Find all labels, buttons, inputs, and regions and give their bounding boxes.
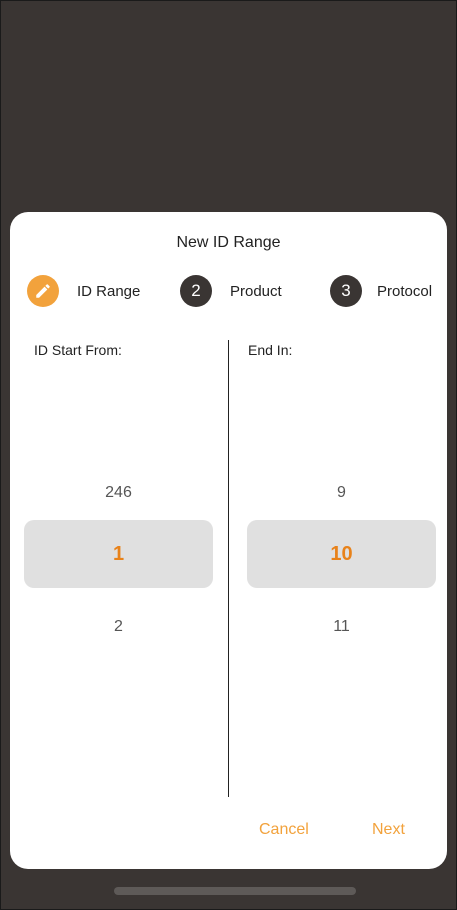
end-in-picker[interactable]: 9 10 11 — [247, 484, 436, 644]
new-id-range-dialog: New ID Range ID Range 2 Product 3 Protoc… — [10, 212, 447, 869]
picker-option-selected[interactable]: 10 — [247, 520, 436, 588]
pencil-icon — [27, 275, 59, 307]
step-number-badge: 2 — [180, 275, 212, 307]
step-label: Protocol — [377, 282, 433, 300]
column-divider — [228, 340, 229, 797]
cancel-button[interactable]: Cancel — [259, 821, 309, 839]
step-product: 2 Product — [180, 274, 282, 308]
home-indicator[interactable] — [114, 887, 356, 895]
picker-option-prev[interactable]: 246 — [24, 484, 213, 502]
picker-option-prev[interactable]: 9 — [247, 484, 436, 502]
id-start-label: ID Start From: — [34, 342, 122, 358]
picker-option-selected[interactable]: 1 — [24, 520, 213, 588]
step-number-badge: 3 — [330, 275, 362, 307]
step-protocol: 3 Protocol — [330, 274, 432, 308]
picker-option-next[interactable]: 2 — [24, 618, 213, 636]
picker-option-next[interactable]: 11 — [247, 618, 436, 636]
step-label: Product — [230, 282, 282, 300]
step-label: ID Range — [77, 282, 141, 300]
end-in-label: End In: — [248, 342, 293, 358]
step-id-range: ID Range — [27, 274, 140, 308]
id-start-picker[interactable]: 246 1 2 — [24, 484, 213, 644]
stepper: ID Range 2 Product 3 Protocol — [10, 274, 447, 308]
next-button[interactable]: Next — [372, 821, 405, 839]
dialog-title: New ID Range — [176, 234, 281, 251]
